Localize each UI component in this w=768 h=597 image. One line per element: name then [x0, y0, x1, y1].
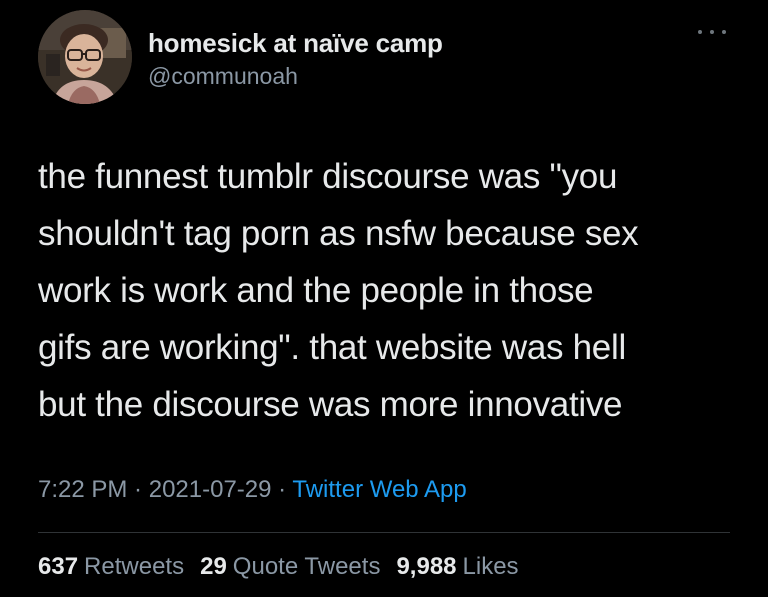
avatar-image	[38, 10, 132, 104]
display-name[interactable]: homesick at naïve camp	[148, 28, 443, 59]
retweets-count: 637	[38, 553, 79, 580]
quote-tweets-label: Quote Tweets	[232, 553, 381, 580]
meta-separator: ·	[127, 476, 149, 503]
tweet-card: homesick at naïve camp @communoah the fu…	[0, 0, 768, 597]
likes-label: Likes	[462, 553, 519, 580]
avatar[interactable]	[38, 10, 132, 104]
more-horizontal-icon	[710, 30, 714, 34]
retweets-stat[interactable]: 637 Retweets	[38, 553, 184, 581]
retweets-label: Retweets	[84, 553, 185, 580]
tweet-meta: 7:22 PM · 2021-07-29 · Twitter Web App	[38, 476, 467, 504]
tweet-text: the funnest tumblr discourse was "you sh…	[38, 157, 639, 424]
tweet-source-link[interactable]: Twitter Web App	[292, 476, 466, 503]
tweet-stats: 637 Retweets 29 Quote Tweets 9,988 Likes	[38, 553, 519, 581]
tweet-time[interactable]: 7:22 PM	[38, 476, 127, 503]
quote-tweets-stat[interactable]: 29 Quote Tweets	[200, 553, 380, 581]
more-options-button[interactable]	[694, 24, 730, 40]
divider	[38, 532, 730, 533]
more-horizontal-icon	[698, 30, 702, 34]
likes-stat[interactable]: 9,988 Likes	[396, 553, 518, 581]
tweet-date[interactable]: 2021-07-29	[149, 476, 272, 503]
quote-tweets-count: 29	[200, 553, 227, 580]
user-handle[interactable]: @communoah	[148, 63, 298, 90]
meta-separator: ·	[271, 476, 293, 503]
likes-count: 9,988	[396, 553, 457, 580]
more-horizontal-icon	[722, 30, 726, 34]
